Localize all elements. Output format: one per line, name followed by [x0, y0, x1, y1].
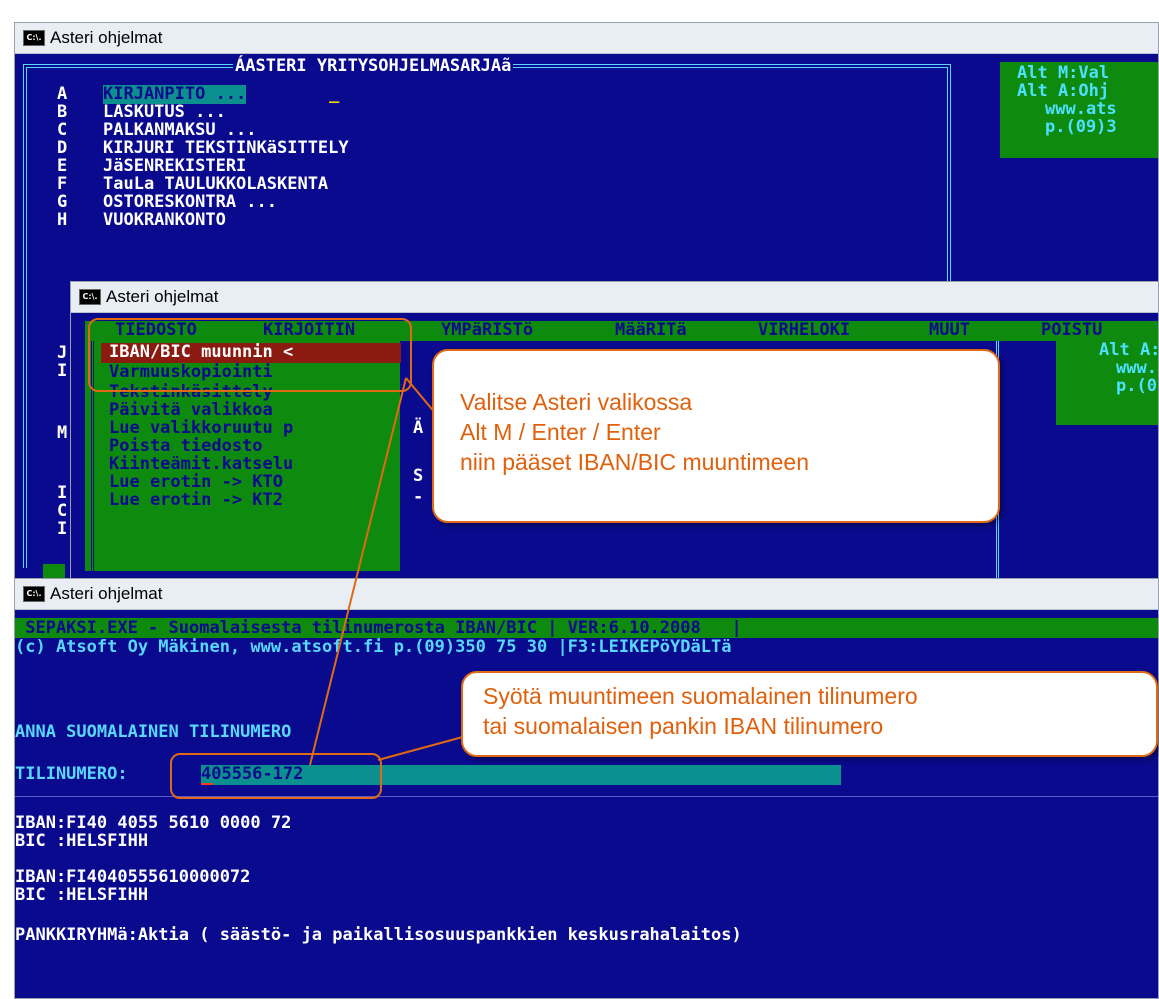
menu-ymparisto[interactable]: YMPäRISTö — [441, 321, 533, 340]
menu-maarita[interactable]: MääRITä — [615, 321, 687, 340]
cursor: _ — [329, 84, 340, 104]
account-number-label: TILINUMERO: — [15, 764, 128, 784]
console-icon: C:\. — [23, 30, 45, 46]
menu-letter: M — [57, 423, 68, 443]
highlight-account-input — [170, 753, 382, 799]
callout-line: Valitse Asteri valikossa — [460, 389, 693, 415]
window-titlebar[interactable]: C:\. Asteri ohjelmat — [15, 23, 1158, 54]
menu-header: ÁASTERI YRITYSOHJELMASARJAã — [233, 56, 514, 76]
hotkey-line: p.(0 — [1116, 376, 1157, 396]
callout-input-instructions: Syötä muuntimeen suomalainen tilinumero … — [461, 671, 1158, 757]
program-header: SEPAKSI.EXE - Suomalaisesta tilinumerost… — [15, 618, 742, 638]
menu-virheloki[interactable]: VIRHELOKI — [758, 321, 850, 340]
menu-letter: I — [57, 361, 68, 381]
menu-letter: H — [57, 210, 68, 230]
menu-poistu[interactable]: POISTU — [1041, 321, 1102, 340]
window-title: Asteri ohjelmat — [50, 28, 163, 47]
copyright-line: (c) Atsoft Oy Mäkinen, www.atsoft.fi p.(… — [15, 637, 732, 657]
background-text: Ä — [413, 418, 424, 438]
background-text: S — [413, 466, 424, 486]
console-area: SEPAKSI.EXE - Suomalaisesta tilinumerost… — [15, 610, 1158, 998]
highlight-iban-menu — [88, 318, 412, 392]
menu-item-erotin-kt2[interactable]: Lue erotin -> KT2 — [109, 491, 283, 510]
menu-letter: I — [57, 519, 68, 539]
window-title: Asteri ohjelmat — [106, 287, 219, 306]
window-titlebar[interactable]: C:\. Asteri ohjelmat — [15, 579, 1158, 610]
bank-group: PANKKIRYHMä:Aktia ( säästö- ja paikallis… — [15, 925, 742, 945]
bic-result: BIC :HELSFIHH — [15, 831, 149, 851]
menu-item-vuokrankonto[interactable]: VUOKRANKONTO — [103, 211, 226, 230]
hotkey-line: p.(09)3 — [1045, 117, 1117, 137]
callout-line: Alt M / Enter / Enter — [460, 419, 661, 445]
callout-line: niin pääset IBAN/BIC muuntimeen — [460, 449, 810, 475]
window-titlebar[interactable]: C:\. Asteri ohjelmat — [71, 282, 1158, 313]
callout-line: Syötä muuntimeen suomalainen tilinumero — [483, 683, 918, 709]
window-title: Asteri ohjelmat — [50, 584, 163, 603]
background-text: - — [413, 487, 424, 507]
callout-menu-instructions: Valitse Asteri valikossa Alt M / Enter /… — [432, 349, 1000, 523]
callout-line: tai suomalaisen pankin IBAN tilinumero — [483, 713, 884, 739]
bic-result: BIC :HELSFIHH — [15, 885, 149, 905]
input-prompt: ANNA SUOMALAINEN TILINUMERO — [15, 722, 292, 742]
console-icon: C:\. — [79, 289, 101, 305]
menu-muut[interactable]: MUUT — [929, 321, 970, 340]
console-icon: C:\. — [23, 586, 45, 602]
